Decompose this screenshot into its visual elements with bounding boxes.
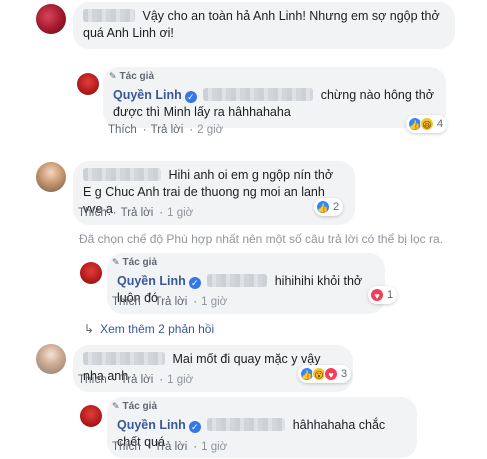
comment-actions: Thích · Trả lời · 1 giờ bbox=[78, 374, 194, 386]
avatar[interactable] bbox=[36, 344, 66, 374]
comment-actions: Thích · Trả lời · 1 giờ bbox=[78, 207, 194, 219]
blurred-mention bbox=[207, 418, 286, 431]
author-tag: ✎ Tác giả bbox=[112, 257, 158, 268]
blurred-mention bbox=[203, 88, 314, 101]
pen-icon: ✎ bbox=[109, 71, 117, 81]
blurred-mention bbox=[207, 274, 268, 287]
verified-icon: ✓ bbox=[188, 421, 201, 433]
blurred-name bbox=[83, 352, 165, 365]
verified-icon: ✓ bbox=[188, 277, 201, 289]
author-name[interactable]: Quyền Linh bbox=[117, 418, 186, 432]
author-name[interactable]: Quyền Linh bbox=[113, 88, 182, 102]
timestamp[interactable]: 1 giờ bbox=[167, 374, 193, 386]
comment-actions: Thích · Trả lời · 2 giờ bbox=[108, 124, 224, 136]
comment-actions: Thích · Trả lời · 1 giờ bbox=[112, 296, 228, 308]
reply-link[interactable]: Trả lời bbox=[155, 441, 188, 453]
timestamp[interactable]: 1 giờ bbox=[201, 296, 227, 308]
reply-link[interactable]: Trả lời bbox=[155, 296, 188, 308]
reaction-count: 4 bbox=[437, 118, 444, 130]
pen-icon: ✎ bbox=[112, 401, 120, 411]
reaction-summary[interactable]: ♥ 1 bbox=[368, 286, 398, 304]
like-link[interactable]: Thích bbox=[108, 124, 137, 136]
author-tag: ✎ Tác giả bbox=[112, 401, 158, 412]
like-link[interactable]: Thích bbox=[78, 207, 107, 219]
avatar[interactable] bbox=[36, 162, 66, 192]
blurred-name bbox=[83, 168, 161, 181]
timestamp[interactable]: 1 giờ bbox=[201, 441, 227, 453]
like-link[interactable]: Thích bbox=[112, 441, 141, 453]
timestamp[interactable]: 1 giờ bbox=[167, 207, 193, 219]
comment-bubble: Vậy cho an toàn hả Anh Linh! Nhưng em sợ… bbox=[73, 2, 455, 49]
like-link[interactable]: Thích bbox=[112, 296, 141, 308]
blurred-name bbox=[83, 9, 135, 22]
haha-reaction-icon: 😆 bbox=[420, 117, 434, 131]
love-reaction-icon: ♥ bbox=[324, 367, 338, 381]
pen-icon: ✎ bbox=[112, 257, 120, 267]
reply-link[interactable]: Trả lời bbox=[121, 207, 154, 219]
avatar[interactable] bbox=[80, 262, 102, 284]
reaction-summary[interactable]: 👍 2 bbox=[314, 198, 344, 216]
reaction-count: 1 bbox=[387, 289, 394, 301]
reaction-summary[interactable]: 👍 😮 ♥ 3 bbox=[298, 365, 352, 383]
comment-text: Vậy cho an toàn hả Anh Linh! Nhưng em sợ… bbox=[83, 9, 440, 40]
author-name[interactable]: Quyền Linh bbox=[117, 274, 186, 288]
reaction-count: 3 bbox=[341, 368, 348, 380]
comment-actions: Thích · Trả lời · 1 giờ bbox=[112, 441, 228, 453]
like-reaction-icon: 👍 bbox=[316, 200, 330, 214]
timestamp[interactable]: 2 giờ bbox=[197, 124, 223, 136]
like-link[interactable]: Thích bbox=[78, 374, 107, 386]
comment-text: Hihi anh oi em g ngộp nín thở bbox=[168, 168, 334, 182]
reply-arrow-icon: ↳ bbox=[84, 322, 95, 336]
avatar[interactable] bbox=[80, 405, 102, 427]
filter-notice: Đã chọn chế độ Phù hợp nhất nên một số c… bbox=[79, 232, 443, 246]
avatar[interactable] bbox=[36, 4, 66, 34]
comment-bubble: Quyền Linh ✓ chừng nào hông thở được thì … bbox=[103, 67, 446, 128]
verified-icon: ✓ bbox=[184, 91, 197, 103]
view-more-replies[interactable]: ↳ Xem thêm 2 phản hồi bbox=[84, 322, 214, 336]
avatar[interactable] bbox=[77, 73, 99, 95]
reaction-summary[interactable]: 👍 😆 4 bbox=[406, 115, 448, 133]
love-reaction-icon: ♥ bbox=[370, 288, 384, 302]
reaction-count: 2 bbox=[333, 201, 340, 213]
reply-link[interactable]: Trả lời bbox=[151, 124, 184, 136]
author-tag: ✎ Tác giả bbox=[109, 71, 155, 82]
reply-link[interactable]: Trả lời bbox=[121, 374, 154, 386]
